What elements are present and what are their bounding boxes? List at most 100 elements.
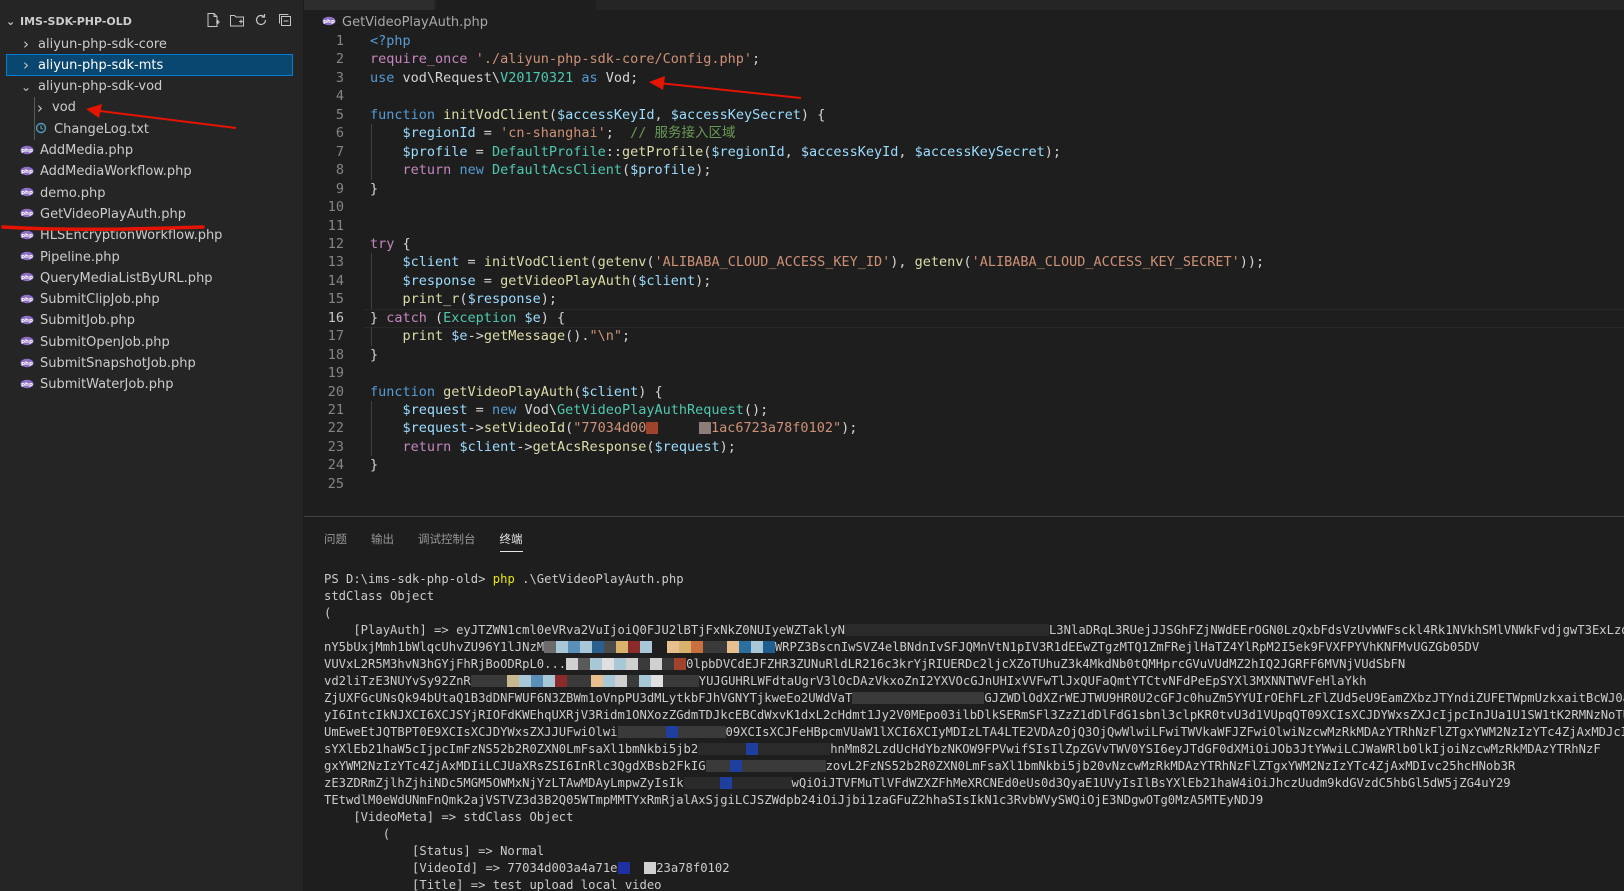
editor-tab-active[interactable] [436, 0, 596, 10]
redaction-block [674, 675, 687, 687]
tree-folder[interactable]: ⌄ aliyun-php-sdk-vod [6, 76, 293, 98]
tree-file[interactable]: php SubmitSnapshotJob.php [6, 353, 293, 375]
tree-folder[interactable]: › vod [6, 96, 293, 119]
refresh-icon[interactable] [253, 12, 269, 28]
breadcrumb[interactable]: php GetVideoPlayAuth.php [304, 10, 488, 34]
panel-tab[interactable]: 调试控制台 [418, 531, 476, 552]
tree-item-label: AddMedia.php [40, 143, 134, 158]
tree-item-label: vod [52, 100, 76, 116]
redaction-block [960, 692, 973, 704]
terminal-line: nY5bUxjMmh1bWlqcUhvZU96Y1lJNzM WRPZ3Bscn… [324, 639, 1624, 656]
redaction-block [602, 658, 615, 670]
terminal-line: PS D:\ims-sdk-php-old> php .\GetVideoPla… [324, 571, 1624, 588]
panel-tab[interactable]: 终端 [499, 531, 523, 552]
redaction-block [626, 658, 639, 670]
svg-text:php: php [21, 297, 33, 303]
redaction-block [726, 641, 739, 653]
code-line: $regionId = 'cn-shanghai'; // 服务接入区域 [370, 124, 736, 143]
code-token: ( [646, 438, 655, 455]
tree-file[interactable]: php Pipeline.php [6, 246, 293, 268]
code-token: $client [581, 383, 639, 400]
tree-file[interactable]: php GetVideoPlayAuth.php [6, 203, 293, 225]
code-token: $accessKeyId [556, 106, 655, 123]
redaction-block [646, 422, 659, 435]
tree-item-label: SubmitClipJob.php [40, 292, 160, 308]
php-file-icon: php [18, 207, 36, 221]
code-token: ); [719, 438, 736, 455]
tree-folder[interactable]: › aliyun-php-sdk-core [6, 33, 293, 55]
tree-file[interactable]: php SubmitClipJob.php [6, 289, 293, 311]
new-file-icon[interactable] [205, 12, 221, 28]
tree-file[interactable]: php SubmitOpenJob.php [6, 331, 293, 353]
redaction-block [683, 777, 696, 789]
terminal-output[interactable]: PS D:\ims-sdk-php-old> php .\GetVideoPla… [324, 571, 1624, 891]
terminal-text: 09XCIsXCJFeHBpcmVUaW1lXCI6XCIyMDIzLTA4LT… [725, 725, 1624, 739]
php-file-icon: php [18, 378, 36, 392]
tree-file[interactable]: php QueryMediaListByURL.php [6, 267, 293, 289]
terminal-text: stdClass Object [324, 589, 435, 603]
code-token: ( [548, 106, 557, 123]
line-number: 2 [335, 51, 344, 68]
tree-folder[interactable]: › aliyun-php-sdk-mts [6, 54, 293, 77]
code-token: print [402, 328, 444, 345]
code-line: function getVideoPlayAuth($client) { [370, 383, 663, 402]
tree-file[interactable]: php AddMediaWorkflow.php [6, 161, 293, 183]
terminal-text: wQiOiJTVFMuTlVFdWZXZFhMeXRCNEd0eUs0d3Qya… [791, 776, 1511, 790]
code-token: } [370, 457, 379, 474]
svg-text:php: php [21, 169, 33, 175]
code-editor[interactable]: 1 <?php 2 require_once './aliyun-php-sdk-co… [304, 32, 1624, 507]
line-number: 21 [327, 402, 344, 418]
breadcrumb-file[interactable]: GetVideoPlayAuth.php [342, 15, 488, 30]
code-token: = [467, 143, 492, 160]
redaction-block [678, 641, 691, 653]
redaction-block [1036, 624, 1049, 636]
new-folder-icon[interactable] [229, 12, 245, 28]
code-line: $response = getVideoPlayAuth($client); [370, 272, 712, 291]
redaction-block [695, 777, 708, 789]
terminal-text: 23a78f0102 [656, 861, 730, 875]
tree-file[interactable]: ChangeLog.txt [6, 118, 293, 141]
redaction-block [617, 862, 630, 874]
tree-file[interactable]: php AddMedia.php [6, 140, 293, 162]
tree-file[interactable]: php HLSEncryptionWorkflow.php [6, 225, 293, 247]
editor-tab[interactable] [304, 0, 434, 10]
code-line: print $e->getMessage()."\n"; [370, 327, 631, 346]
line-number: 6 [335, 125, 344, 142]
redaction-block [916, 624, 929, 636]
code-line: function initVodClient($accessKeyId, $ac… [370, 106, 825, 125]
php-file-icon: php [18, 186, 36, 200]
collapse-all-icon[interactable] [277, 12, 293, 28]
code-line: return new DefaultAcsClient($profile); [370, 161, 712, 180]
code-token: 1ac6723a78f0102" [711, 420, 842, 437]
panel-tab[interactable]: 问题 [324, 531, 347, 552]
tree-file[interactable]: php SubmitWaterJob.php [6, 374, 293, 396]
code-token: 'ALIBABA_CLOUD_ACCESS_KEY_ID' [654, 254, 891, 271]
svg-text:php: php [21, 318, 33, 324]
line-number: 8 [335, 162, 344, 179]
code-token: new [459, 162, 484, 179]
code-token: 'ALIBABA_CLOUD_ACCESS_KEY_SECRET' [971, 254, 1240, 271]
terminal-text: gxYWM2NzIzYTc4ZjAxMDIiLCJUaXRsZSI6InRlc3… [324, 759, 706, 773]
code-token: :: [605, 143, 622, 160]
redaction-block [988, 624, 1001, 636]
code-line: $request = new Vod\GetVideoPlayAuthReque… [370, 401, 769, 420]
line-number: 12 [327, 235, 344, 252]
tree-file[interactable]: php SubmitJob.php [6, 310, 293, 332]
tree-item-label: AddMediaWorkflow.php [40, 164, 192, 180]
tree-item-label: SubmitSnapshotJob.php [40, 356, 196, 371]
svg-text:php: php [21, 275, 33, 281]
tree-file[interactable]: php demo.php [6, 182, 293, 204]
redaction-block [758, 743, 771, 755]
code-token: require_once [370, 51, 468, 68]
panel-tab[interactable]: 输出 [371, 531, 394, 552]
terminal-text: php [492, 572, 515, 586]
code-token: , [784, 143, 801, 160]
terminal-text: L3NlaDRqL3RUejJJSGhFZjNWdEErOGN0LzQxbFds… [1048, 623, 1624, 637]
chevron-right-icon: › [23, 56, 29, 75]
line-number: 7 [335, 143, 344, 160]
